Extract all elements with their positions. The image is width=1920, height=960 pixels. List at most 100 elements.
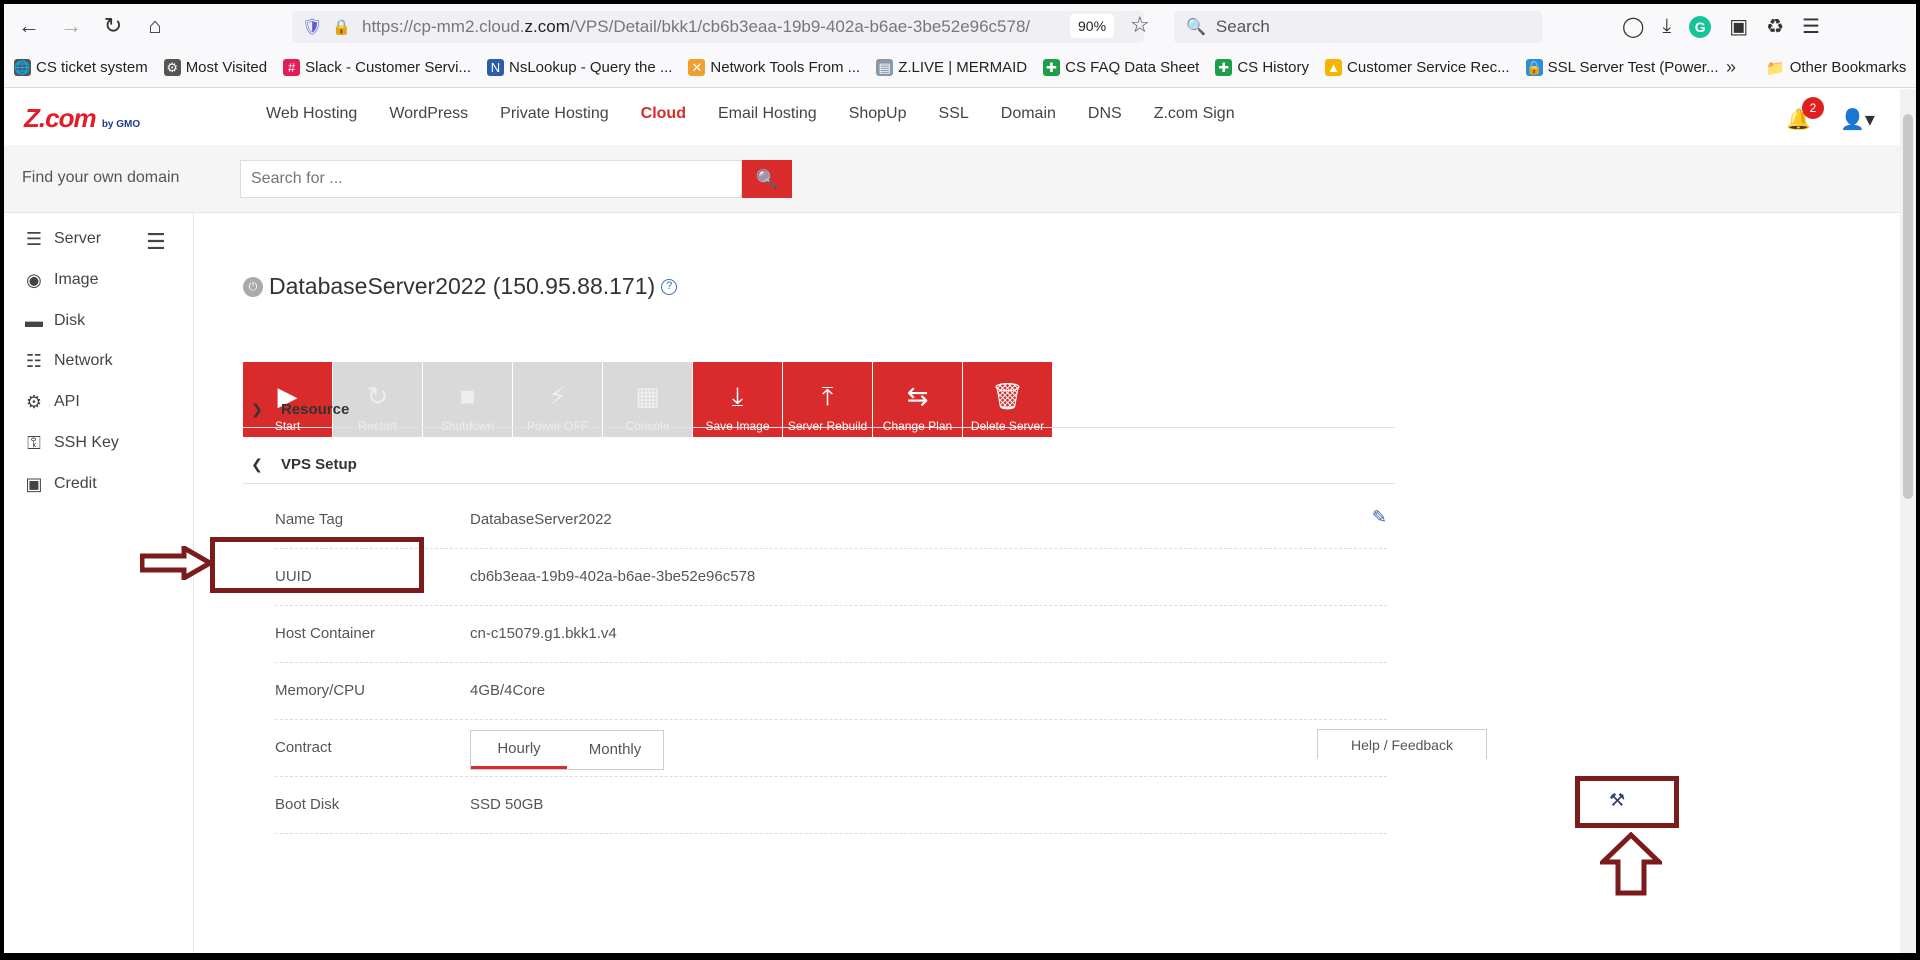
bookmark-item[interactable]: ⚙ Most Visited [163, 59, 267, 76]
api-icon: ⚙ [25, 391, 43, 412]
save-image-button[interactable]: ⤓ Save Image [693, 362, 782, 437]
annotation-arrow-right [140, 546, 212, 580]
browser-window: ← → ↻ ⌂ 🛡 🔒 https://cp-mm2.cloud.z.com/V… [4, 4, 1916, 953]
nav-cloud[interactable]: Cloud [641, 105, 686, 123]
shutdown-button[interactable]: ■ Shutdown [423, 362, 512, 437]
bookmarks-bar: 🌐 CS ticket system ⚙ Most Visited # Slack - C… [4, 48, 1916, 88]
image-disc-icon: ◉ [26, 269, 42, 290]
browser-search-input[interactable]: 🔍 Search [1174, 11, 1542, 43]
home-icon[interactable]: ⌂ [138, 9, 172, 43]
sheets-icon: ✚ [1043, 59, 1061, 76]
memory-cpu-row: Memory/CPU 4GB/4Core [275, 664, 1387, 720]
server-rebuild-button[interactable]: ⤒ Server Rebuild [783, 362, 872, 437]
url-bar[interactable]: 🛡 🔒 https://cp-mm2.cloud.z.com/VPS/Detai… [292, 11, 1144, 43]
nav-private-hosting[interactable]: Private Hosting [500, 105, 609, 123]
drive-icon: ▲ [1325, 59, 1343, 76]
domain-search-input[interactable] [240, 160, 742, 198]
contract-monthly-option[interactable]: Monthly [567, 731, 663, 769]
nav-web-hosting[interactable]: Web Hosting [266, 105, 357, 123]
sidebar-item-network[interactable]: ☷ Network [22, 350, 113, 372]
restart-button[interactable]: ↻ Restart [333, 362, 422, 437]
grammarly-icon[interactable]: G [1689, 15, 1712, 38]
shield-icon[interactable]: 🛡 [302, 17, 322, 37]
console-button[interactable]: ▦ Console [603, 362, 692, 437]
site-header: Z.com by GMO Web Hosting WordPress Private… [4, 89, 1900, 145]
divider [243, 483, 1395, 484]
page-title: ⏻ DatabaseServer2022 (150.95.88.171) ? [243, 273, 678, 300]
search-icon: 🔍 [1186, 19, 1206, 36]
bookmark-item[interactable]: 🌐 CS ticket system [14, 59, 148, 76]
sidebar-item-api[interactable]: ⚙ API [22, 391, 80, 413]
download-icon[interactable]: ⤓ [1662, 15, 1671, 38]
power-off-button[interactable]: ⚡ Power OFF [513, 362, 602, 437]
restart-icon: ↻ [366, 381, 389, 411]
pencil-edit-icon[interactable]: ✎ [1372, 507, 1387, 528]
domain-search-strip: Find your own domain 🔍 [4, 145, 1900, 213]
zoom-level-badge[interactable]: 90% [1070, 14, 1115, 38]
sidebar-item-image[interactable]: ◉ Image [22, 269, 98, 291]
server-icon: ☰ [25, 228, 43, 249]
annotation-box-vps-setup [210, 537, 424, 593]
sidebar-item-credit[interactable]: ▣ Credit [22, 473, 96, 495]
doc-icon: ▤ [876, 59, 894, 76]
globe-icon: 🌐 [14, 59, 31, 76]
delete-server-button[interactable]: 🗑 Delete Server [963, 362, 1052, 437]
bookmark-item[interactable]: ▤ Z.LIVE | MERMAID [876, 59, 1027, 76]
nslookup-icon: N [487, 59, 504, 76]
back-arrow-icon[interactable]: ← [12, 9, 46, 43]
sidebar-item-server[interactable]: ☰ Server [22, 228, 101, 250]
reload-icon[interactable]: ↻ [96, 9, 130, 43]
other-bookmarks-folder[interactable]: 📁 Other Bookmarks [1766, 59, 1906, 77]
bookmark-item[interactable]: ✚ CS History [1215, 59, 1309, 76]
vps-setup-section-toggle[interactable]: ❮ VPS Setup [243, 456, 357, 473]
forward-arrow-icon[interactable]: → [54, 9, 88, 43]
network-icon: ☷ [25, 350, 43, 371]
sidebar-item-disk[interactable]: ▬ Disk [22, 310, 85, 332]
bookmark-item[interactable]: ✕ Network Tools From ... [688, 59, 860, 76]
contract-hourly-option[interactable]: Hourly [471, 731, 567, 769]
name-tag-row: Name Tag DatabaseServer2022 ✎ [275, 493, 1387, 549]
bookmark-item[interactable]: 🔒 SSL Server Test (Power... [1525, 59, 1718, 76]
hamburger-menu-icon[interactable]: ☰ [146, 229, 166, 255]
nav-shopup[interactable]: ShopUp [849, 105, 907, 123]
nav-wordpress[interactable]: WordPress [389, 105, 468, 123]
nav-dns[interactable]: DNS [1088, 105, 1122, 123]
server-status-icon: ⏻ [243, 276, 263, 297]
bookmarks-overflow-chevron[interactable]: » [1726, 57, 1736, 78]
nav-ssl[interactable]: SSL [939, 105, 969, 123]
sidebar-item-ssh-key[interactable]: ⚿ SSH Key [22, 432, 119, 454]
puzzle-icon[interactable]: ♻ [1766, 14, 1784, 39]
bookmark-item[interactable]: ✚ CS FAQ Data Sheet [1043, 59, 1199, 76]
disk-icon: ▬ [25, 310, 43, 331]
domain-search-label: Find your own domain [22, 169, 180, 186]
change-plan-button[interactable]: ⇆ Change Plan [873, 362, 962, 437]
url-text[interactable]: https://cp-mm2.cloud.z.com/VPS/Detail/bk… [362, 17, 1030, 37]
pocket-icon[interactable]: ◯ [1622, 14, 1644, 39]
user-icon[interactable]: 👤▾ [1840, 107, 1875, 132]
resource-section-toggle[interactable]: ❯ Resource [243, 401, 349, 418]
annotation-arrow-up [1600, 832, 1662, 896]
bookmark-item[interactable]: N NsLookup - Query the ... [487, 59, 672, 76]
help-icon[interactable]: ? [661, 278, 678, 295]
swap-icon: ⇆ [906, 381, 929, 411]
extension-icon[interactable]: ▣ [1729, 14, 1748, 39]
domain-search-button[interactable]: 🔍 [742, 160, 792, 198]
network-tools-icon: ✕ [688, 59, 706, 76]
bookmark-item[interactable]: ▲ Customer Service Rec... [1325, 59, 1510, 76]
menu-icon[interactable]: ☰ [1802, 14, 1820, 39]
key-icon: ⚿ [27, 432, 41, 453]
zcom-logo[interactable]: Z.com by GMO [24, 103, 140, 134]
help-feedback-tab[interactable]: Help / Feedback [1317, 729, 1487, 759]
nav-z-com-sign[interactable]: Z.com Sign [1154, 105, 1235, 123]
trash-icon: 🗑 [990, 381, 1024, 411]
lock-icon[interactable]: 🔒 [332, 18, 351, 36]
nav-email-hosting[interactable]: Email Hosting [718, 105, 817, 123]
nav-domain[interactable]: Domain [1001, 105, 1056, 123]
credit-card-icon: ▣ [25, 473, 43, 494]
start-button[interactable]: ▶ Start [243, 362, 332, 437]
search-icon: 🔍 [755, 168, 779, 189]
top-navigation: Web Hosting WordPress Private Hosting Cloud… [266, 105, 1267, 123]
scrollbar-thumb[interactable] [1903, 114, 1913, 499]
bookmark-star-icon[interactable]: ☆ [1130, 12, 1150, 38]
bookmark-item[interactable]: # Slack - Customer Servi... [283, 59, 471, 76]
